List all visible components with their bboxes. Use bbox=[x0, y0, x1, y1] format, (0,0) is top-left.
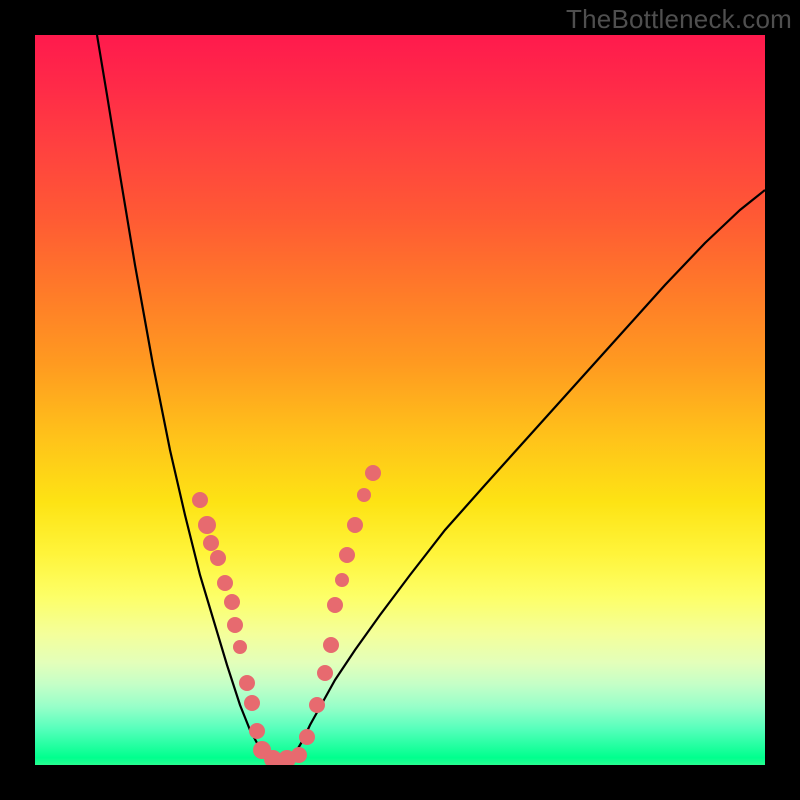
data-markers bbox=[192, 465, 381, 765]
data-marker bbox=[309, 697, 325, 713]
plot-area bbox=[35, 35, 765, 765]
curve-right-branch bbox=[293, 190, 765, 757]
data-marker bbox=[291, 747, 307, 763]
data-marker bbox=[227, 617, 243, 633]
data-marker bbox=[335, 573, 349, 587]
data-marker bbox=[244, 695, 260, 711]
data-marker bbox=[327, 597, 343, 613]
watermark-text: TheBottleneck.com bbox=[566, 4, 792, 35]
data-marker bbox=[323, 637, 339, 653]
data-marker bbox=[317, 665, 333, 681]
chart-outer: TheBottleneck.com bbox=[0, 0, 800, 800]
data-marker bbox=[217, 575, 233, 591]
data-marker bbox=[203, 535, 219, 551]
curve-paths bbox=[97, 35, 765, 760]
data-marker bbox=[357, 488, 371, 502]
data-marker bbox=[249, 723, 265, 739]
data-marker bbox=[299, 729, 315, 745]
data-marker bbox=[239, 675, 255, 691]
data-marker bbox=[347, 517, 363, 533]
data-marker bbox=[198, 516, 216, 534]
data-marker bbox=[210, 550, 226, 566]
data-marker bbox=[224, 594, 240, 610]
data-marker bbox=[192, 492, 208, 508]
curve-layer bbox=[35, 35, 765, 765]
data-marker bbox=[233, 640, 247, 654]
data-marker bbox=[365, 465, 381, 481]
data-marker bbox=[339, 547, 355, 563]
